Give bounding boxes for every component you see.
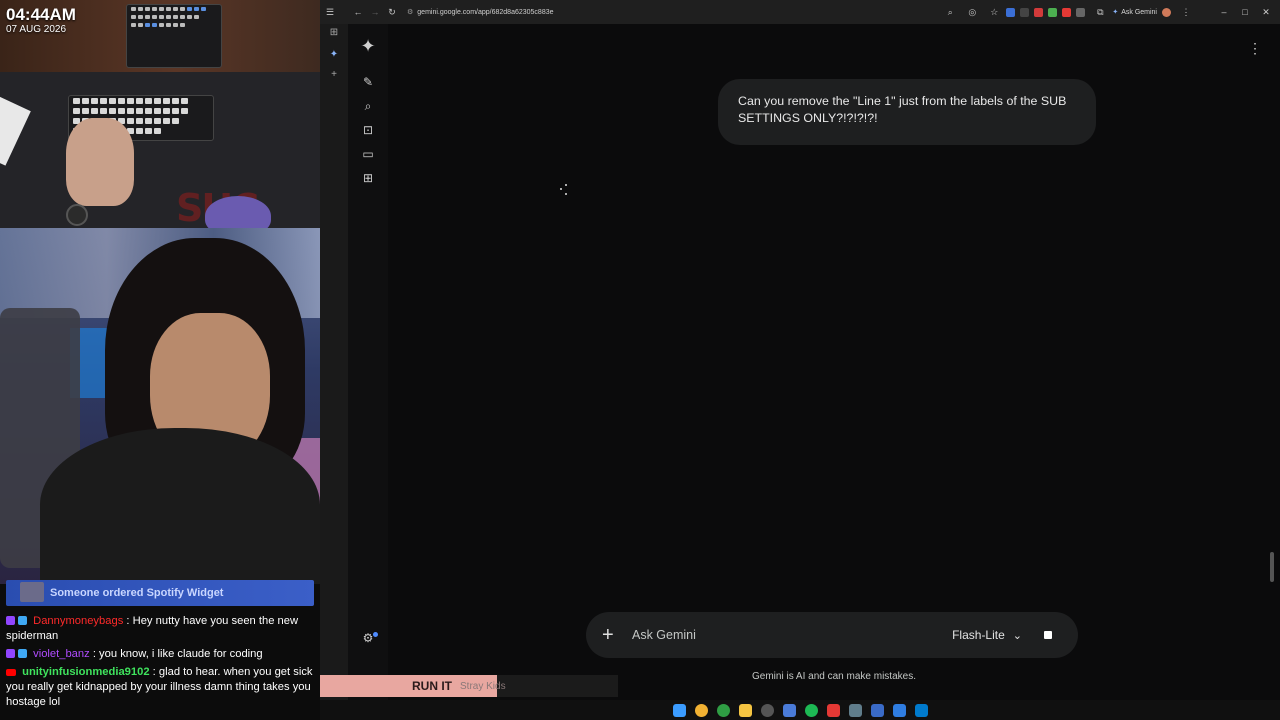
extension-bolt-icon[interactable] — [1062, 7, 1072, 17]
spotify-icon[interactable] — [804, 703, 818, 717]
stream-clock: 04:44AM 07 AUG 2026 — [6, 6, 76, 36]
file-explorer-icon[interactable] — [738, 703, 752, 717]
apps-icon[interactable]: ⊞ — [360, 170, 376, 186]
model-label: Flash-Lite — [952, 628, 1005, 642]
gemini-sidebar: ✦ ✎ ⌕ ⊡ ▭ ⊞ ⚙ — [348, 24, 388, 700]
library-icon[interactable]: ▭ — [360, 146, 376, 162]
maximize-button[interactable]: □ — [1237, 7, 1253, 17]
add-attachment-icon[interactable]: + — [602, 624, 622, 647]
chevron-down-icon: ⌄ — [1012, 629, 1022, 642]
sidebar-toggle-icon[interactable]: ☰ — [323, 5, 337, 19]
hand — [66, 118, 134, 206]
stop-icon — [1044, 631, 1052, 639]
menu-icon[interactable]: ⋮ — [1179, 5, 1193, 19]
gemini-spark-icon[interactable]: ✦ — [327, 48, 341, 62]
gemini-chat-area: ⋮ Can you remove the "Line 1" just from … — [388, 24, 1280, 700]
browser-window: ☰ ← → ↻ ⚙ gemini.google.com/app/682d8a623… — [320, 0, 1280, 700]
scrollbar[interactable] — [1270, 552, 1274, 582]
chat-message: violet_banz : you know, i like claude fo… — [6, 647, 314, 662]
loading-spinner-icon — [560, 184, 574, 198]
gemini-spark-icon: ✦ — [1112, 9, 1119, 16]
more-options-icon[interactable]: ⋮ — [1248, 40, 1262, 57]
song-artist: Stray Kids — [460, 680, 506, 692]
clock-time: 04:44AM — [6, 5, 76, 24]
face-camera — [0, 228, 320, 584]
youtube-icon — [6, 669, 16, 676]
song-title: RUN IT — [412, 679, 452, 693]
chat-message: Dannymoneybags : Hey nutty have you seen… — [6, 615, 299, 642]
disclaimer-text: Gemini is AI and can make mistakes. — [752, 671, 916, 682]
zoom-icon[interactable]: ⌕ — [943, 5, 957, 19]
profile-avatar[interactable] — [1162, 7, 1171, 17]
mouse — [205, 196, 271, 228]
subscriber-badge-icon — [18, 649, 27, 658]
extensions-icon[interactable]: ⧉ — [1093, 5, 1107, 19]
notice-icon — [20, 582, 44, 602]
desk-camera: SHC 04:44AM 07 AUG 2026 — [0, 0, 320, 228]
app-red-icon[interactable] — [826, 703, 840, 717]
app-tool-icon[interactable] — [892, 703, 906, 717]
app-a-icon[interactable] — [848, 703, 862, 717]
vscode-icon[interactable] — [914, 703, 928, 717]
now-playing-widget: RUN IT Stray Kids — [320, 675, 618, 697]
chat-text: you know, i like claude for coding — [99, 648, 263, 660]
subscriber-badge-icon — [18, 616, 27, 625]
stream-overlay: SHC 04:44AM 07 AUG 2026 Someone ordered … — [0, 0, 320, 720]
chat-message: unityinfusionmedia9102 : glad to hear. w… — [6, 666, 313, 708]
obs-icon[interactable] — [760, 703, 774, 717]
watch — [66, 204, 88, 226]
chat-username: Dannymoneybags — [33, 615, 124, 627]
url-text: gemini.google.com/app/682d8a62305c883e — [417, 9, 554, 16]
site-info-icon[interactable]: ⚙ — [407, 9, 413, 16]
clock-date: 07 AUG 2026 — [6, 24, 67, 35]
app-dev-icon[interactable] — [870, 703, 884, 717]
app-blue-icon[interactable] — [782, 703, 796, 717]
gemini-spark-icon[interactable]: ✦ — [360, 37, 376, 55]
chrome-icon[interactable] — [716, 703, 730, 717]
start-icon[interactable] — [672, 703, 686, 717]
reload-icon[interactable]: ↻ — [385, 5, 399, 19]
star-icon[interactable]: ☆ — [987, 5, 1001, 19]
twitch-icon — [6, 616, 15, 625]
address-bar[interactable]: ⚙ gemini.google.com/app/682d8a62305c883e — [407, 8, 554, 16]
stop-button[interactable] — [1034, 621, 1062, 649]
notice-text: Someone ordered Spotify Widget — [50, 586, 224, 599]
windows-taskbar — [320, 700, 1280, 720]
chat-username: unityinfusionmedia9102 — [22, 666, 150, 678]
extension-green-icon[interactable] — [1048, 7, 1058, 17]
forward-icon[interactable]: → — [368, 5, 382, 19]
user-message-bubble: Can you remove the "Line 1" just from th… — [718, 79, 1096, 145]
back-icon[interactable]: ← — [351, 5, 365, 19]
new-chat-icon[interactable]: ✎ — [360, 74, 376, 90]
close-button[interactable]: ✕ — [1258, 7, 1274, 18]
spotify-widget-notice: Someone ordered Spotify Widget — [6, 580, 314, 606]
minimize-button[interactable]: – — [1216, 7, 1232, 17]
twitch-icon — [6, 649, 15, 658]
streamer-shirt — [40, 428, 320, 584]
eye-off-icon[interactable]: ◎ — [965, 5, 979, 19]
model-selector[interactable]: Flash-Lite ⌄ — [952, 628, 1022, 642]
extension-blue-icon[interactable] — [1006, 7, 1016, 17]
chrome-canary-icon[interactable] — [694, 703, 708, 717]
browser-side-rail: ⊞ ✦ + — [320, 24, 348, 700]
chat-username: violet_banz — [33, 648, 90, 660]
extension-area: ⌕ ◎ ☆ ⧉ ✦ Ask Gemini ⋮ – □ ✕ — [940, 0, 1280, 24]
ask-gemini-button[interactable]: ✦ Ask Gemini — [1112, 8, 1157, 17]
add-icon[interactable]: + — [327, 68, 341, 82]
extension-grid-icon[interactable] — [1076, 7, 1086, 17]
gems-icon[interactable]: ⊡ — [360, 122, 376, 138]
browser-toolbar: ☰ ← → ↻ ⚙ gemini.google.com/app/682d8a623… — [320, 0, 1280, 24]
keyboard-top — [126, 4, 222, 68]
stream-chat: Someone ordered Spotify Widget Dannymone… — [0, 580, 320, 720]
prompt-composer[interactable]: + Ask Gemini Flash-Lite ⌄ — [586, 612, 1078, 658]
extension-dark-icon[interactable] — [1020, 7, 1030, 17]
search-icon[interactable]: ⌕ — [360, 98, 376, 114]
extension-red-icon[interactable] — [1034, 7, 1044, 17]
prompt-input[interactable]: Ask Gemini — [632, 628, 952, 642]
notification-dot — [373, 632, 378, 637]
reading-list-icon[interactable]: ⊞ — [327, 26, 341, 40]
